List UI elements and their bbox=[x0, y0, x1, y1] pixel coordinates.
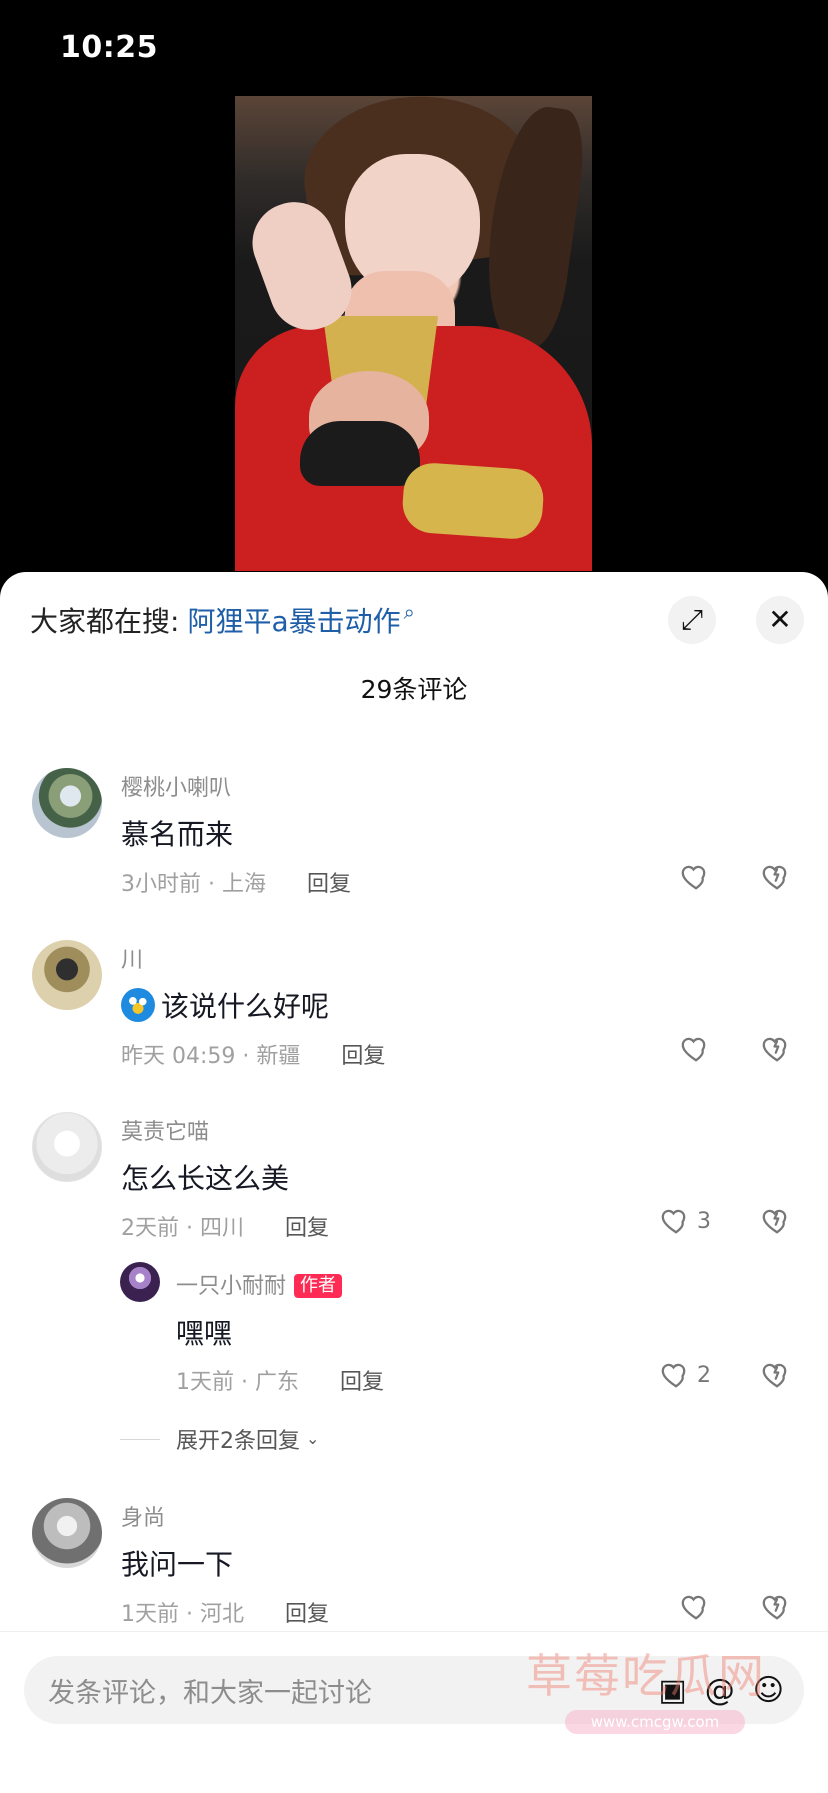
avatar[interactable] bbox=[32, 1498, 102, 1568]
chevron-down-icon: ⌄ bbox=[306, 1428, 320, 1448]
search-query-link[interactable]: 阿狸平a暴击动作 bbox=[187, 605, 400, 638]
costume-top-shape bbox=[300, 421, 420, 486]
dislike-heart-icon[interactable] bbox=[762, 862, 792, 892]
avatar[interactable] bbox=[32, 940, 102, 1010]
comment-meta: 3小时前 · 上海 回复 bbox=[121, 866, 351, 898]
avatar[interactable] bbox=[32, 768, 102, 838]
avatar[interactable] bbox=[120, 1262, 160, 1302]
emoji-icon[interactable]: ☺ bbox=[753, 1673, 784, 1708]
reply-button[interactable]: 回复 bbox=[341, 1044, 385, 1069]
search-suggestion[interactable]: 大家都在搜: 阿狸平a暴击动作 ⌕ bbox=[30, 600, 415, 640]
comment-text: 慕名而来 bbox=[121, 818, 234, 851]
comment-text: 该说什么好呢 bbox=[121, 985, 329, 1025]
comment-text-content: 该说什么好呢 bbox=[161, 990, 330, 1023]
author-badge: 作者 bbox=[294, 1274, 343, 1298]
avatar[interactable] bbox=[32, 1112, 102, 1182]
heart-icon bbox=[681, 1037, 706, 1062]
dislike-heart-icon[interactable] bbox=[762, 1360, 792, 1390]
comment-username[interactable]: 身尚 bbox=[121, 1500, 165, 1532]
heart-icon bbox=[661, 1363, 686, 1388]
comment-time-location: 昨天 04:59 · 新疆 bbox=[121, 1044, 301, 1069]
image-icon[interactable]: ▣ bbox=[658, 1673, 686, 1708]
comment-meta: 1天前 · 河北 回复 bbox=[121, 1596, 329, 1628]
arm-accessory-shape bbox=[400, 461, 546, 541]
reply-button[interactable]: 回复 bbox=[285, 1602, 329, 1627]
dislike-heart-icon[interactable] bbox=[762, 1034, 792, 1064]
expand-replies-button[interactable]: 展开2条回复 ⌄ bbox=[120, 1423, 319, 1455]
search-label: 大家都在搜: bbox=[30, 605, 180, 638]
comment-composer: 发条评论，和大家一起讨论 ▣ @ ☺ bbox=[0, 1631, 828, 1793]
like-button[interactable] bbox=[681, 1034, 717, 1064]
comment-text: 嘿嘿 bbox=[176, 1317, 233, 1350]
like-button[interactable] bbox=[681, 1592, 717, 1622]
comment-count: 29条评论 bbox=[360, 675, 468, 704]
dislike-heart-icon[interactable] bbox=[762, 1206, 792, 1236]
comment-username[interactable]: 一只小耐耐 作者 bbox=[176, 1268, 343, 1300]
comment-time-location: 3小时前 · 上海 bbox=[121, 872, 266, 897]
like-count: 3 bbox=[697, 1208, 711, 1234]
comment-time-location: 1天前 · 广东 bbox=[176, 1370, 299, 1395]
comment-text: 我问一下 bbox=[121, 1548, 234, 1581]
comment-username[interactable]: 樱桃小喇叭 bbox=[121, 770, 231, 802]
reply-button[interactable]: 回复 bbox=[285, 1216, 329, 1241]
comment-placeholder: 发条评论，和大家一起讨论 bbox=[48, 1677, 372, 1709]
search-icon: ⌕ bbox=[403, 600, 415, 624]
comment-time-location: 2天前 · 四川 bbox=[121, 1216, 244, 1241]
reply-button[interactable]: 回复 bbox=[307, 872, 351, 897]
heart-icon bbox=[681, 1595, 706, 1620]
expand-replies-label: 展开2条回复 bbox=[176, 1429, 300, 1454]
reply-username[interactable]: 一只小耐耐 bbox=[176, 1274, 286, 1299]
video-preview[interactable] bbox=[235, 96, 592, 571]
like-count: 2 bbox=[697, 1362, 711, 1388]
reply-button[interactable]: 回复 bbox=[340, 1370, 384, 1395]
composer-icons: ▣ @ ☺ bbox=[658, 1673, 784, 1708]
like-button[interactable]: 3 bbox=[661, 1206, 711, 1236]
comment-username[interactable]: 川 bbox=[121, 942, 143, 974]
heart-icon bbox=[661, 1209, 686, 1234]
dislike-heart-icon[interactable] bbox=[762, 1592, 792, 1622]
mention-icon[interactable]: @ bbox=[705, 1673, 735, 1708]
close-icon: ✕ bbox=[768, 603, 792, 636]
expand-icon: ⤢ bbox=[680, 603, 704, 636]
close-button[interactable]: ✕ bbox=[756, 596, 804, 644]
expand-button[interactable]: ⤢ bbox=[668, 596, 716, 644]
comment-text: 怎么长这么美 bbox=[121, 1162, 290, 1195]
expand-line bbox=[120, 1438, 160, 1440]
status-time: 10:25 bbox=[60, 30, 158, 65]
comment-input[interactable]: 发条评论，和大家一起讨论 ▣ @ ☺ bbox=[24, 1656, 804, 1724]
like-button[interactable]: 2 bbox=[661, 1360, 711, 1390]
like-button[interactable] bbox=[681, 862, 717, 892]
comment-time-location: 1天前 · 河北 bbox=[121, 1602, 244, 1627]
comment-meta: 2天前 · 四川 回复 bbox=[121, 1210, 329, 1242]
comment-username[interactable]: 莫责它喵 bbox=[121, 1114, 209, 1146]
heart-icon bbox=[681, 865, 706, 890]
comment-meta: 1天前 · 广东 回复 bbox=[176, 1364, 384, 1396]
comment-meta: 昨天 04:59 · 新疆 回复 bbox=[121, 1038, 385, 1070]
emoji-icon bbox=[121, 988, 155, 1022]
